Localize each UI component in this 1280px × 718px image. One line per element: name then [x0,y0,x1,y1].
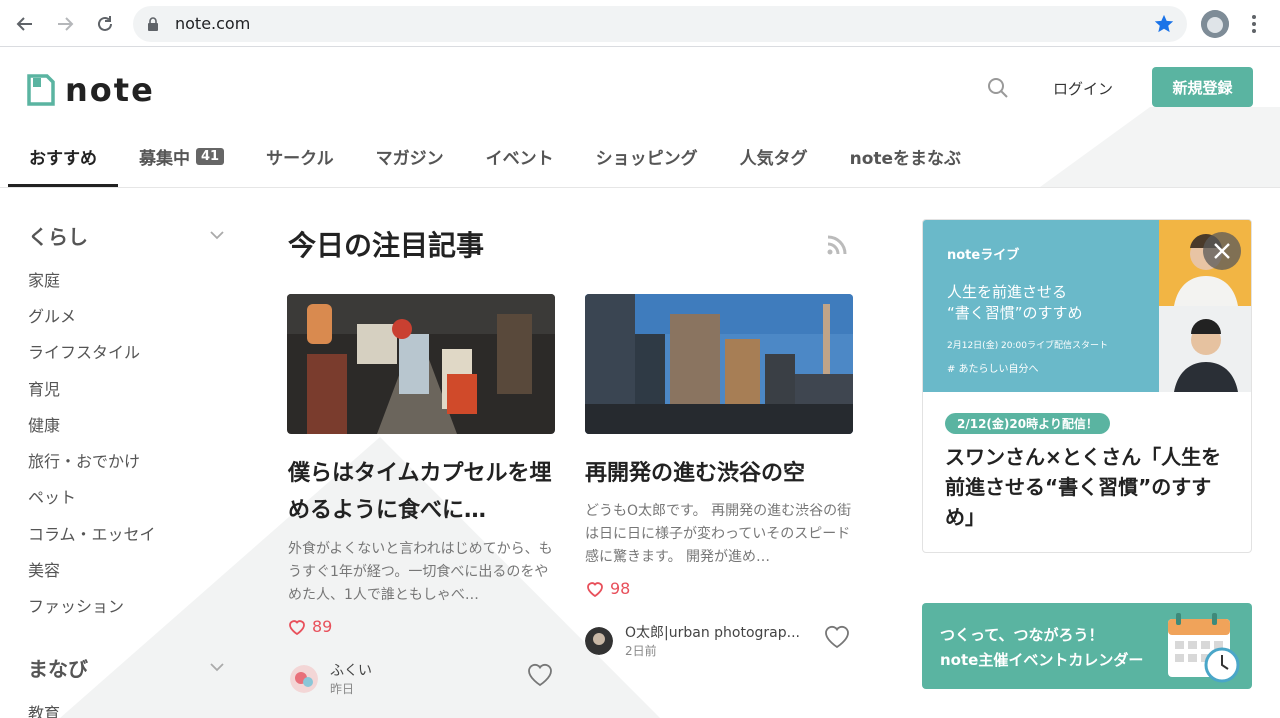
heart-icon [289,619,305,635]
address-bar[interactable]: note.com [133,6,1187,42]
bookmark-star-icon[interactable] [1153,13,1175,35]
tab-popular-tags[interactable]: 人気タグ [719,139,829,187]
avatar [290,664,318,693]
tab-recommended[interactable]: おすすめ [8,139,118,187]
like-count: 89 [288,617,332,636]
lock-icon [148,17,158,31]
article-title[interactable]: 再開発の進む渋谷の空 [585,455,855,492]
article-title[interactable]: 僕らはタイムカプセルを埋めるように食べに… [288,455,558,529]
sidebar-item[interactable]: 健康 [28,412,60,436]
author-avatar-icon [585,626,613,655]
sidebar-item[interactable]: 家庭 [28,267,60,291]
search-button[interactable] [986,76,1010,100]
article-thumbnail[interactable] [585,294,853,434]
arrow-left-icon [16,17,32,31]
sidebar-category-manabi[interactable]: まなび [28,653,88,682]
person-photo [1159,306,1251,392]
note-logo[interactable]: note [27,71,155,109]
login-link[interactable]: ログイン [1053,78,1113,99]
banner-line: つくって、つながろう！ [940,626,1104,644]
banner-logo: noteライブ [947,248,1020,263]
article-author[interactable]: O太郎|urban photograp... 2日前 [585,622,800,659]
arrow-right-icon [58,17,74,31]
sidebar-item[interactable]: 旅行・おでかけ [28,448,140,472]
sidebar-item[interactable]: ファッション [28,593,124,617]
tab-shopping[interactable]: ショッピング [575,139,719,187]
heart-icon[interactable] [823,623,851,651]
reload-icon [98,16,112,31]
author-name: ふくい [330,663,372,679]
logo-wordmark: note [65,71,155,109]
banner-line: note主催イベントカレンダー [940,651,1144,669]
tab-magazine[interactable]: マガジン [355,139,465,187]
sidebar-item[interactable]: 育児 [28,376,60,400]
person-photo [1159,220,1251,306]
sidebar-category-kurashi[interactable]: くらし [28,221,88,250]
banner-hashtag: # あたらしい自分へ [947,364,1039,375]
event-calendar-banner[interactable]: つくって、つながろう！ note主催イベントカレンダー [922,603,1252,689]
author-name: O太郎|urban photograp... [625,625,800,641]
tab-learn-note[interactable]: noteをまなぶ [829,139,982,187]
avatar [585,626,613,655]
article-thumbnail[interactable] [287,294,555,434]
browser-toolbar: note.com [0,0,1280,47]
speaker-photo [1159,306,1251,392]
speaker-photo [1159,220,1251,306]
sidebar-item[interactable]: ペット [28,484,76,508]
banner-headline: 人生を前進させる “書く習慣”のすすめ [947,283,1083,322]
like-count: 98 [586,579,630,598]
author-avatar-icon [290,664,318,693]
promo-card[interactable]: noteライブ 人生を前進させる “書く習慣”のすすめ 2月12日(金) 20:… [922,219,1252,553]
signup-button[interactable]: 新規登録 [1152,67,1253,107]
promo-title[interactable]: スワンさん×とくさん「人生を前進させる“書く習慣”のすすめ」 [945,442,1235,532]
calendar-clock-icon [1168,613,1240,683]
sidebar-item[interactable]: 教育 [28,700,60,718]
reload-button[interactable] [93,12,117,36]
promo-date-badge: 2/12(金)20時より配信！ [945,413,1110,434]
alley-photo [287,294,555,434]
chevron-down-icon[interactable] [208,658,226,676]
tab-event[interactable]: イベント [465,139,575,187]
city-photo [585,294,853,434]
article-author[interactable]: ふくい 昨日 [290,660,372,697]
forward-button[interactable] [53,12,77,36]
profile-avatar[interactable] [1201,10,1229,38]
close-icon [1214,243,1230,259]
heart-icon [587,581,603,597]
url-text[interactable]: note.com [175,14,250,33]
tab-recruiting[interactable]: 募集中 41 [118,139,245,187]
browser-menu-button[interactable] [1246,13,1262,35]
section-title: 今日の注目記事 [288,229,485,262]
tab-circle[interactable]: サークル [245,139,355,187]
sidebar-item[interactable]: ライフスタイル [28,339,140,363]
count-badge: 41 [196,147,225,165]
search-icon [988,78,1008,98]
avatar-icon [1201,10,1229,38]
back-button[interactable] [13,12,37,36]
note-logo-icon [27,74,55,106]
tab-divider [0,187,1280,188]
sidebar-item[interactable]: 美容 [28,557,60,581]
banner-date: 2月12日(金) 20:00ライブ配信スタート [947,341,1108,351]
article-excerpt: どうもO太郎です。 再開発の進む渋谷の街は日に日に様子が変わっていそのスピード感… [585,503,852,565]
rss-icon[interactable] [826,234,848,256]
post-date: 昨日 [330,682,355,696]
sidebar-item[interactable]: コラム・エッセイ [28,521,156,545]
close-button[interactable] [1203,232,1241,270]
post-date: 2日前 [625,644,657,658]
article-excerpt: 外食がよくないと言われはじめてから、もうすぐ1年が経つ。一切食べに出るのをやめた… [288,541,553,603]
heart-icon[interactable] [526,661,554,689]
category-tabs: おすすめ 募集中 41 サークル マガジン イベント ショッピング 人気タグ no… [8,139,982,187]
sidebar-item[interactable]: グルメ [28,303,76,327]
chevron-down-icon[interactable] [208,226,226,244]
